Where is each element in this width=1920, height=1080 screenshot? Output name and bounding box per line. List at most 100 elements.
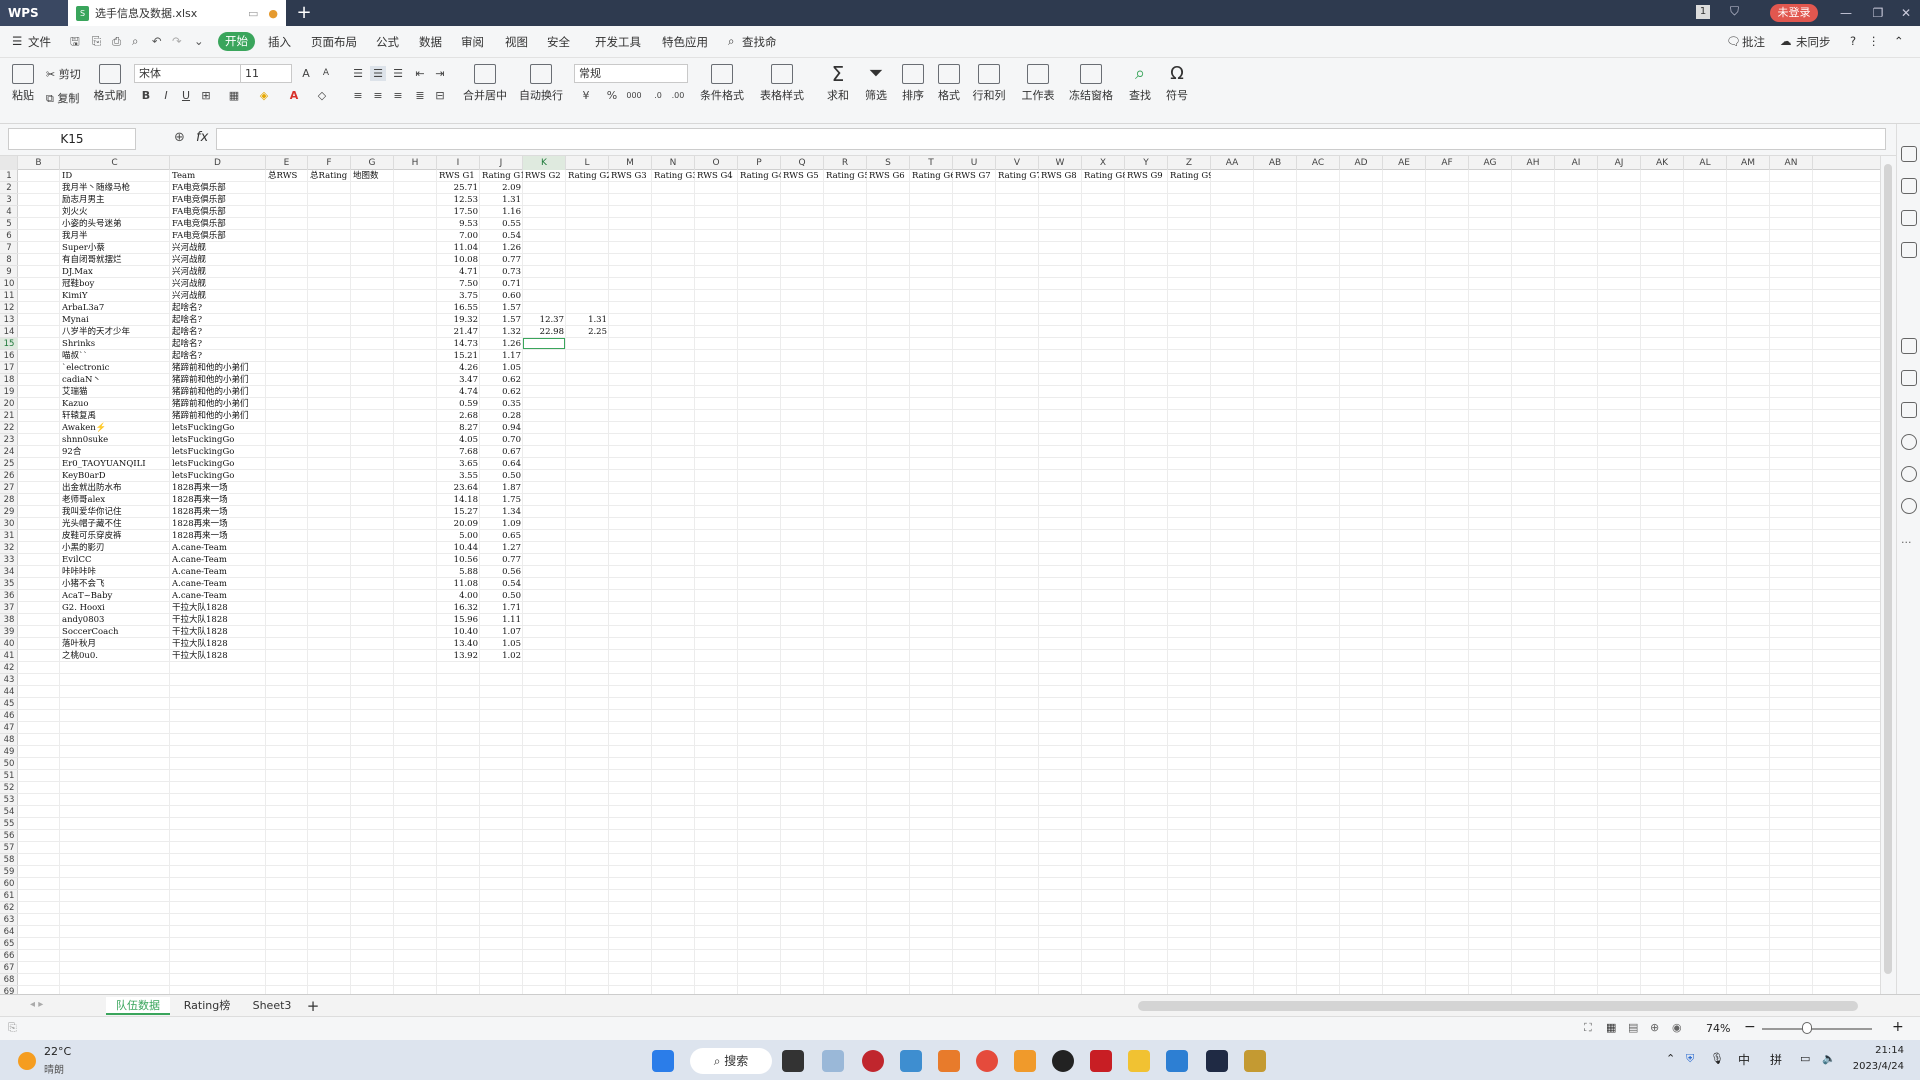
cell-C27[interactable]: 出金就出防水布	[60, 482, 170, 494]
column-header[interactable]: AG	[1469, 156, 1512, 170]
column-header[interactable]: M	[609, 156, 652, 170]
distributed-icon[interactable]: ⊟	[432, 88, 448, 103]
cell-C22[interactable]: Awaken⚡	[60, 422, 170, 434]
percent-icon[interactable]: %	[604, 88, 620, 103]
cell-C40[interactable]: 落叶秋月	[60, 638, 170, 650]
app-gold-icon[interactable]	[1244, 1050, 1266, 1072]
cell-O1[interactable]: RWS G4	[695, 170, 738, 182]
clip-panel-icon[interactable]	[1901, 338, 1917, 354]
zoom-slider[interactable]	[1762, 1028, 1872, 1030]
cell-style-icon[interactable]: ▦	[226, 88, 242, 103]
cell-D1[interactable]: Team	[170, 170, 266, 182]
row-header[interactable]: 17	[0, 362, 18, 374]
align-left-icon[interactable]: ≡	[350, 88, 366, 103]
cell-J19[interactable]: 0.62	[480, 386, 523, 398]
cell-C29[interactable]: 我叫爱华你记住	[60, 506, 170, 518]
cell-J39[interactable]: 1.07	[480, 626, 523, 638]
cell-I20[interactable]: 0.59	[437, 398, 480, 410]
row-header[interactable]: 4	[0, 206, 18, 218]
cell-D39[interactable]: 干拉大队1828	[170, 626, 266, 638]
cell-I23[interactable]: 4.05	[437, 434, 480, 446]
column-header[interactable]: P	[738, 156, 781, 170]
column-header[interactable]: Z	[1168, 156, 1211, 170]
cell-C31[interactable]: 皮鞋可乐穿皮裤	[60, 530, 170, 542]
clock-date[interactable]: 2023/4/24	[1846, 1061, 1904, 1072]
cell-C38[interactable]: andy0803	[60, 614, 170, 626]
taskbar-search[interactable]: ⌕ 搜索	[690, 1048, 772, 1074]
fx-icon[interactable]: fx	[196, 130, 208, 145]
cell-D2[interactable]: FA电竞俱乐部	[170, 182, 266, 194]
fullscreen-icon[interactable]: ⛶	[1584, 1021, 1592, 1035]
copy-button[interactable]: ⧉ 复制	[46, 90, 90, 106]
chrome-icon[interactable]	[976, 1050, 998, 1072]
column-header[interactable]: W	[1039, 156, 1082, 170]
wps-logo[interactable]: WPS	[0, 0, 68, 26]
row-header[interactable]: 5	[0, 218, 18, 230]
cell-I30[interactable]: 20.09	[437, 518, 480, 530]
row-header[interactable]: 41	[0, 650, 18, 662]
row-header[interactable]: 26	[0, 470, 18, 482]
volume-icon[interactable]: 🔈	[1822, 1052, 1836, 1065]
column-header[interactable]: AH	[1512, 156, 1555, 170]
row-header[interactable]: 69	[0, 986, 18, 994]
more-icon[interactable]: ⋮	[1868, 34, 1880, 48]
cell-K1[interactable]: RWS G2	[523, 170, 566, 182]
cell-I16[interactable]: 15.21	[437, 350, 480, 362]
cell-J12[interactable]: 1.57	[480, 302, 523, 314]
column-header[interactable]: B	[18, 156, 60, 170]
row-header[interactable]: 40	[0, 638, 18, 650]
cell-I36[interactable]: 4.00	[437, 590, 480, 602]
cell-C25[interactable]: Er0_TAOYUANQILI	[60, 458, 170, 470]
row-header[interactable]: 22	[0, 422, 18, 434]
row-col-button[interactable]: 行和列	[968, 64, 1010, 103]
cell-W1[interactable]: RWS G8	[1039, 170, 1082, 182]
sort-button[interactable]: 排序	[896, 64, 930, 103]
column-header[interactable]: AC	[1297, 156, 1340, 170]
cell-C2[interactable]: 我月半丶随缘马枪	[60, 182, 170, 194]
menu-data[interactable]: 数据	[419, 34, 442, 50]
comment-panel-icon[interactable]	[1901, 178, 1917, 194]
cell-D11[interactable]: 兴河战舰	[170, 290, 266, 302]
cell-I1[interactable]: RWS G1	[437, 170, 480, 182]
worksheet-button[interactable]: 工作表	[1016, 64, 1060, 103]
row-header[interactable]: 67	[0, 962, 18, 974]
page-badge[interactable]: 1	[1696, 5, 1710, 19]
cell-D32[interactable]: A.cane-Team	[170, 542, 266, 554]
row-header[interactable]: 54	[0, 806, 18, 818]
cell-D23[interactable]: letsFuckingGo	[170, 434, 266, 446]
menu-page-layout[interactable]: 页面布局	[311, 34, 357, 50]
vertical-scrollbar[interactable]	[1880, 156, 1896, 994]
font-shrink-icon[interactable]: A	[318, 66, 334, 81]
column-header[interactable]: F	[308, 156, 351, 170]
cell-D9[interactable]: 兴河战舰	[170, 266, 266, 278]
column-header[interactable]: AB	[1254, 156, 1297, 170]
row-header[interactable]: 13	[0, 314, 18, 326]
indent-increase-icon[interactable]: ⇥	[432, 66, 448, 81]
horizontal-scrollbar[interactable]	[1138, 1001, 1858, 1011]
row-header[interactable]: 58	[0, 854, 18, 866]
menu-search[interactable]: 查找命	[742, 34, 777, 50]
app-se-icon[interactable]	[1206, 1050, 1228, 1072]
cell-I18[interactable]: 3.47	[437, 374, 480, 386]
column-header[interactable]: U	[953, 156, 996, 170]
cell-I28[interactable]: 14.18	[437, 494, 480, 506]
cell-C39[interactable]: SoccerCoach	[60, 626, 170, 638]
cell-D5[interactable]: FA电竞俱乐部	[170, 218, 266, 230]
cell-I11[interactable]: 3.75	[437, 290, 480, 302]
cursor-select-icon[interactable]	[1901, 146, 1917, 162]
cell-J26[interactable]: 0.50	[480, 470, 523, 482]
row-header[interactable]: 23	[0, 434, 18, 446]
cell-D12[interactable]: 起啥名?	[170, 302, 266, 314]
cell-C35[interactable]: 小猪不会飞	[60, 578, 170, 590]
select-all-corner[interactable]	[0, 156, 18, 170]
cell-C30[interactable]: 光头帽子藏不住	[60, 518, 170, 530]
format-button[interactable]: 格式	[932, 64, 966, 103]
column-header[interactable]: AM	[1727, 156, 1770, 170]
cell-J31[interactable]: 0.65	[480, 530, 523, 542]
cell-R1[interactable]: Rating G5	[824, 170, 867, 182]
row-header[interactable]: 49	[0, 746, 18, 758]
cell-J35[interactable]: 0.54	[480, 578, 523, 590]
close-icon[interactable]: ✕	[1892, 0, 1920, 26]
row-header[interactable]: 38	[0, 614, 18, 626]
menu-review[interactable]: 审阅	[461, 34, 484, 50]
